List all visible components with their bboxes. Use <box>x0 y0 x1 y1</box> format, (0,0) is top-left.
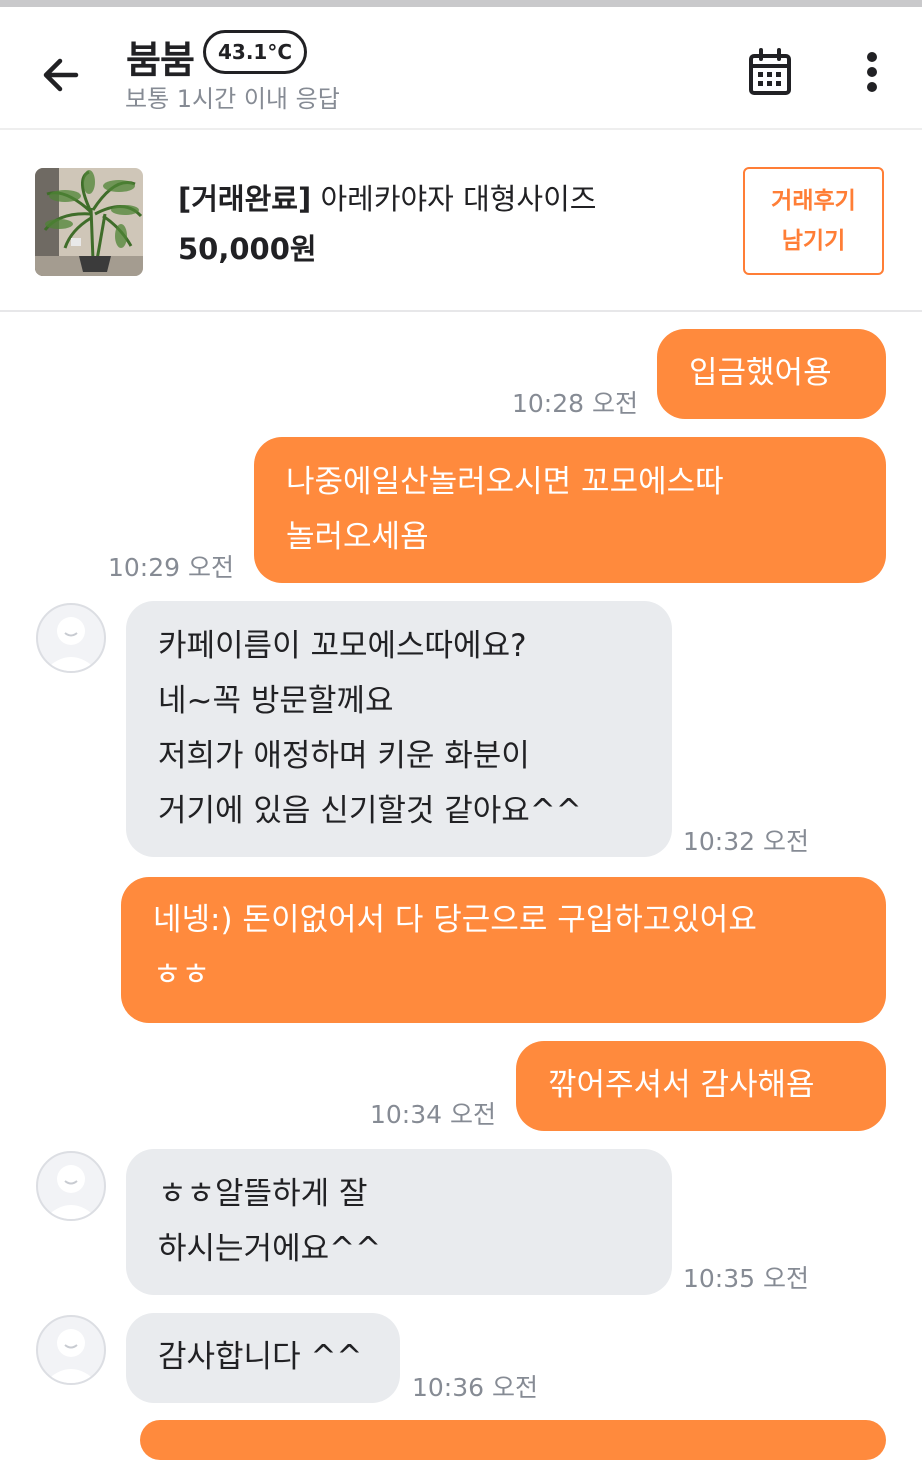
back-arrow-icon[interactable] <box>36 49 88 101</box>
incoming-message[interactable]: ㅎㅎ알뜰하게 잘 하시는거에요^^ <box>126 1149 672 1295</box>
message-time: 10:35 오전 <box>683 1264 809 1293</box>
product-bar[interactable]: [거래완료] 아레카야자 대형사이즈 50,000원 거래후기 남기기 <box>0 130 922 312</box>
trade-status: [거래완료] <box>178 182 312 216</box>
more-options-icon[interactable] <box>850 45 894 101</box>
outgoing-message[interactable]: 입금했어용 <box>657 329 886 419</box>
chat-header: 붐붐 43.1°C 보통 1시간 이내 응답 <box>0 7 922 130</box>
status-strip <box>0 0 922 7</box>
chat-partner-name: 붐붐 <box>126 38 195 82</box>
incoming-message[interactable]: 감사합니다 ^^ <box>126 1313 400 1403</box>
manner-temperature-badge: 43.1°C <box>203 30 308 74</box>
response-time: 보통 1시간 이내 응답 <box>125 85 340 113</box>
outgoing-message[interactable]: 나중에일산놀러오시면 꼬모에스따 놀러오세욤 <box>254 437 886 583</box>
message-time: 10:34 오전 <box>370 1100 496 1129</box>
calendar-icon[interactable] <box>744 45 796 101</box>
message-time: 10:36 오전 <box>412 1373 538 1402</box>
outgoing-message-partial[interactable] <box>140 1420 886 1460</box>
avatar[interactable] <box>36 1315 106 1385</box>
outgoing-message[interactable]: 네넹:) 돈이없어서 다 당근으로 구입하고있어요 ㅎㅎ <box>121 877 886 1023</box>
product-name: 아레카야자 대형사이즈 <box>311 182 597 216</box>
avatar[interactable] <box>36 1151 106 1221</box>
message-time: 10:32 오전 <box>683 827 809 856</box>
avatar[interactable] <box>36 603 106 673</box>
leave-review-button[interactable]: 거래후기 남기기 <box>743 167 884 275</box>
product-price: 50,000원 <box>178 232 317 266</box>
message-time: 10:29 오전 <box>108 553 234 582</box>
outgoing-message[interactable]: 깎어주셔서 감사해욤 <box>516 1041 886 1131</box>
product-title: [거래완료] 아레카야자 대형사이즈 <box>178 176 596 218</box>
product-thumbnail[interactable] <box>35 168 143 276</box>
message-time: 10:28 오전 <box>512 389 638 418</box>
incoming-message[interactable]: 카페이름이 꼬모에스따에요? 네~꼭 방문할께요 저희가 애정하며 키운 화분이… <box>126 601 672 857</box>
